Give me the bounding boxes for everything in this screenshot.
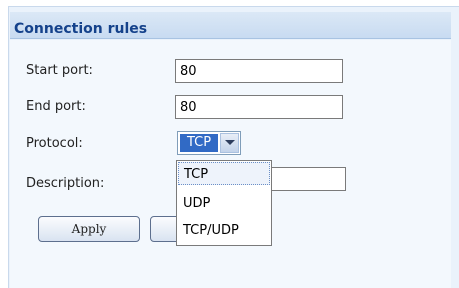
description-label: Description: [26, 176, 105, 191]
apply-button[interactable]: Apply [38, 216, 140, 242]
start-port-label: Start port: [26, 63, 93, 78]
start-port-input[interactable] [175, 59, 343, 83]
protocol-option-tcp-udp[interactable]: TCP/UDP [178, 219, 270, 242]
protocol-option-udp[interactable]: UDP [178, 192, 270, 215]
protocol-dropdown-button[interactable] [220, 133, 239, 153]
protocol-option-tcp[interactable]: TCP [178, 162, 270, 185]
end-port-label: End port: [26, 99, 86, 114]
end-port-input[interactable] [175, 95, 343, 119]
description-input[interactable] [262, 167, 346, 191]
panel-title: Connection rules [14, 21, 148, 37]
protocol-selected-value: TCP [180, 134, 218, 152]
protocol-select[interactable]: TCP [177, 131, 241, 155]
protocol-dropdown-list: TCP UDP TCP/UDP [176, 160, 272, 246]
chevron-down-icon [225, 140, 235, 145]
protocol-label: Protocol: [26, 136, 83, 151]
